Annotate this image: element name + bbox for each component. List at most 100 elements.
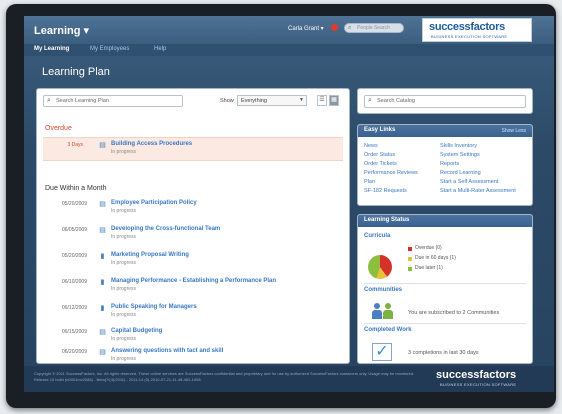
item-status: In progress (111, 356, 137, 362)
logo-main-text: successfactors (429, 21, 505, 33)
person-icon (372, 303, 382, 319)
list-view-button[interactable]: ☰ (317, 95, 327, 106)
divider (364, 283, 526, 284)
item-title-link[interactable]: Capital Budgeting (111, 328, 162, 334)
item-due-date: 06/15/2009 (61, 329, 87, 335)
learning-status-panel: Learning Status Curricula Overdue (0) Du… (357, 214, 533, 364)
user-menu[interactable]: Carla Grant ▾ (288, 25, 324, 32)
footer-copyright: Copyright © 2011 SuccessFactors, Inc. Al… (34, 371, 415, 382)
document-icon: ▤ (99, 227, 106, 234)
footer-logo-sub: BUSINESS EXECUTION SOFTWARE (440, 382, 517, 387)
show-less-link[interactable]: Show Less (502, 128, 526, 134)
learning-plan-search-input[interactable]: ⌕ Search Learning Plan (43, 95, 183, 107)
completed-work-link[interactable]: Completed Work (364, 327, 412, 333)
easy-link-order-tickets[interactable]: Order Tickets (364, 161, 397, 167)
easy-link-record-learning[interactable]: Record Learning (440, 170, 481, 176)
legend-swatch-due-60-days (408, 257, 412, 261)
grid-icon: ▦ (331, 97, 337, 103)
alert-icon[interactable] (331, 24, 338, 31)
search-icon: ⌕ (368, 97, 372, 104)
successfactors-logo: successfactors BUSINESS EXECUTION SOFTWA… (422, 18, 532, 42)
curricula-pie-chart[interactable] (368, 255, 392, 279)
learning-status-header: Learning Status (358, 215, 532, 227)
easy-link-order-status[interactable]: Order Status (364, 152, 395, 158)
easy-link-performance-reviews[interactable]: Performance Reviews (364, 170, 418, 176)
app-title[interactable]: Learning ▾ (34, 24, 89, 37)
easy-link-reports[interactable]: Reports (440, 161, 459, 167)
list-item: 06/20/2009 ▤ Answering questions with ta… (43, 347, 343, 367)
learning-plan-panel: ⌕ Search Learning Plan Show Everything ▼… (36, 88, 350, 364)
list-item: 06/10/2009 ▮ Managing Performance - Esta… (43, 277, 343, 297)
item-status: In progress (111, 286, 137, 292)
list-item: 05/20/2009 ▤ Employee Participation Poli… (43, 199, 343, 219)
easy-links-header: Easy Links Show Less (358, 125, 532, 137)
checkmark-icon: ✓ (372, 343, 392, 361)
easy-link-sf182-requests[interactable]: SF-182 Requests (364, 188, 407, 194)
show-label: Show (220, 98, 234, 104)
search-icon: ⌕ (47, 97, 51, 104)
nav-my-employees[interactable]: My Employees (90, 46, 129, 52)
document-icon: ▤ (99, 349, 106, 356)
communities-link[interactable]: Communities (364, 287, 402, 293)
document-icon: ▤ (99, 201, 106, 208)
overdue-item: 3 Days ▤ Building Access Procedures In p… (43, 137, 343, 161)
app-title-text: Learning (34, 25, 81, 37)
item-status: In progress (111, 260, 137, 266)
search-icon: ⌕ (348, 25, 352, 31)
list-item: 06/15/2009 ▤ Capital Budgeting In progre… (43, 327, 343, 347)
catalog-search-panel: ⌕ Search Catalog (357, 88, 533, 114)
easy-link-system-settings[interactable]: System Settings (440, 152, 480, 158)
item-title-link[interactable]: Developing the Cross-functional Team (111, 226, 220, 232)
curricula-link[interactable]: Curricula (364, 233, 390, 239)
item-title-link[interactable]: Employee Participation Policy (111, 200, 197, 206)
show-filter-select[interactable]: Everything ▼ (237, 95, 307, 106)
communities-people-icon (372, 299, 396, 319)
overdue-heading: Overdue (45, 125, 72, 132)
show-filter-value: Everything (241, 98, 267, 104)
item-due-date: 05/20/2009 (61, 201, 87, 207)
easy-link-skills-inventory[interactable]: Skills Inventory (440, 143, 477, 149)
learning-status-title: Learning Status (364, 217, 410, 223)
book-icon: ▮ (100, 305, 105, 312)
easy-link-multi-rater-assessment[interactable]: Start a Multi-Rater Assessment (440, 188, 516, 194)
document-icon: ▤ (99, 142, 106, 149)
list-item: 05/20/2009 ▮ Marketing Proposal Writing … (43, 251, 343, 271)
item-due-date: 05/20/2009 (61, 253, 87, 259)
legend-due-later: Due later (1) (415, 265, 443, 271)
item-title-link[interactable]: Building Access Procedures (111, 141, 192, 147)
people-search-placeholder: People Search (357, 25, 390, 31)
footer: Copyright © 2011 SuccessFactors, Inc. Al… (24, 366, 554, 392)
item-due-date: 06/20/2009 (61, 349, 87, 355)
legend-swatch-overdue (408, 247, 412, 251)
easy-links-title: Easy Links (364, 127, 396, 133)
item-due-date: 06/10/2009 (61, 279, 87, 285)
people-search-input[interactable]: ⌕ People Search (344, 23, 404, 33)
item-due-date: 06/12/2009 (61, 305, 87, 311)
grid-view-button[interactable]: ▦ (329, 95, 339, 106)
easy-link-news[interactable]: News (364, 143, 378, 149)
item-due-date: 3 Days (67, 142, 83, 148)
item-title-link[interactable]: Answering questions with tact and skill (111, 348, 223, 354)
item-status: In progress (111, 336, 137, 342)
nav-help[interactable]: Help (154, 46, 166, 52)
easy-link-plan[interactable]: Plan (364, 179, 375, 185)
item-title-link[interactable]: Public Speaking for Managers (111, 304, 197, 310)
top-bar: Learning ▾ Carla Grant ▾ ⌕ People Search… (24, 16, 554, 44)
catalog-search-input[interactable]: ⌕ Search Catalog (364, 95, 526, 108)
item-title-link[interactable]: Managing Performance - Establishing a Pe… (111, 278, 276, 284)
item-status: In progress (111, 208, 137, 214)
easy-link-self-assessment[interactable]: Start a Self Assessment (440, 179, 498, 185)
document-icon: ▤ (99, 329, 106, 336)
nav-my-learning[interactable]: My Learning (34, 46, 69, 52)
book-icon: ▮ (100, 253, 105, 260)
app-screen: Learning ▾ Carla Grant ▾ ⌕ People Search… (24, 16, 554, 392)
item-due-date: 06/05/2009 (61, 227, 87, 233)
easy-links-panel: Easy Links Show Less News Order Status O… (357, 124, 533, 206)
footer-logo-text: successfactors (436, 369, 517, 381)
list-item: 06/05/2009 ▤ Developing the Cross-functi… (43, 225, 343, 245)
divider (364, 323, 526, 324)
item-title-link[interactable]: Marketing Proposal Writing (111, 252, 189, 258)
nav-bar: My Learning My Employees Help (24, 44, 554, 56)
legend-overdue: Overdue (0) (415, 245, 442, 251)
catalog-search-placeholder: Search Catalog (377, 98, 415, 104)
